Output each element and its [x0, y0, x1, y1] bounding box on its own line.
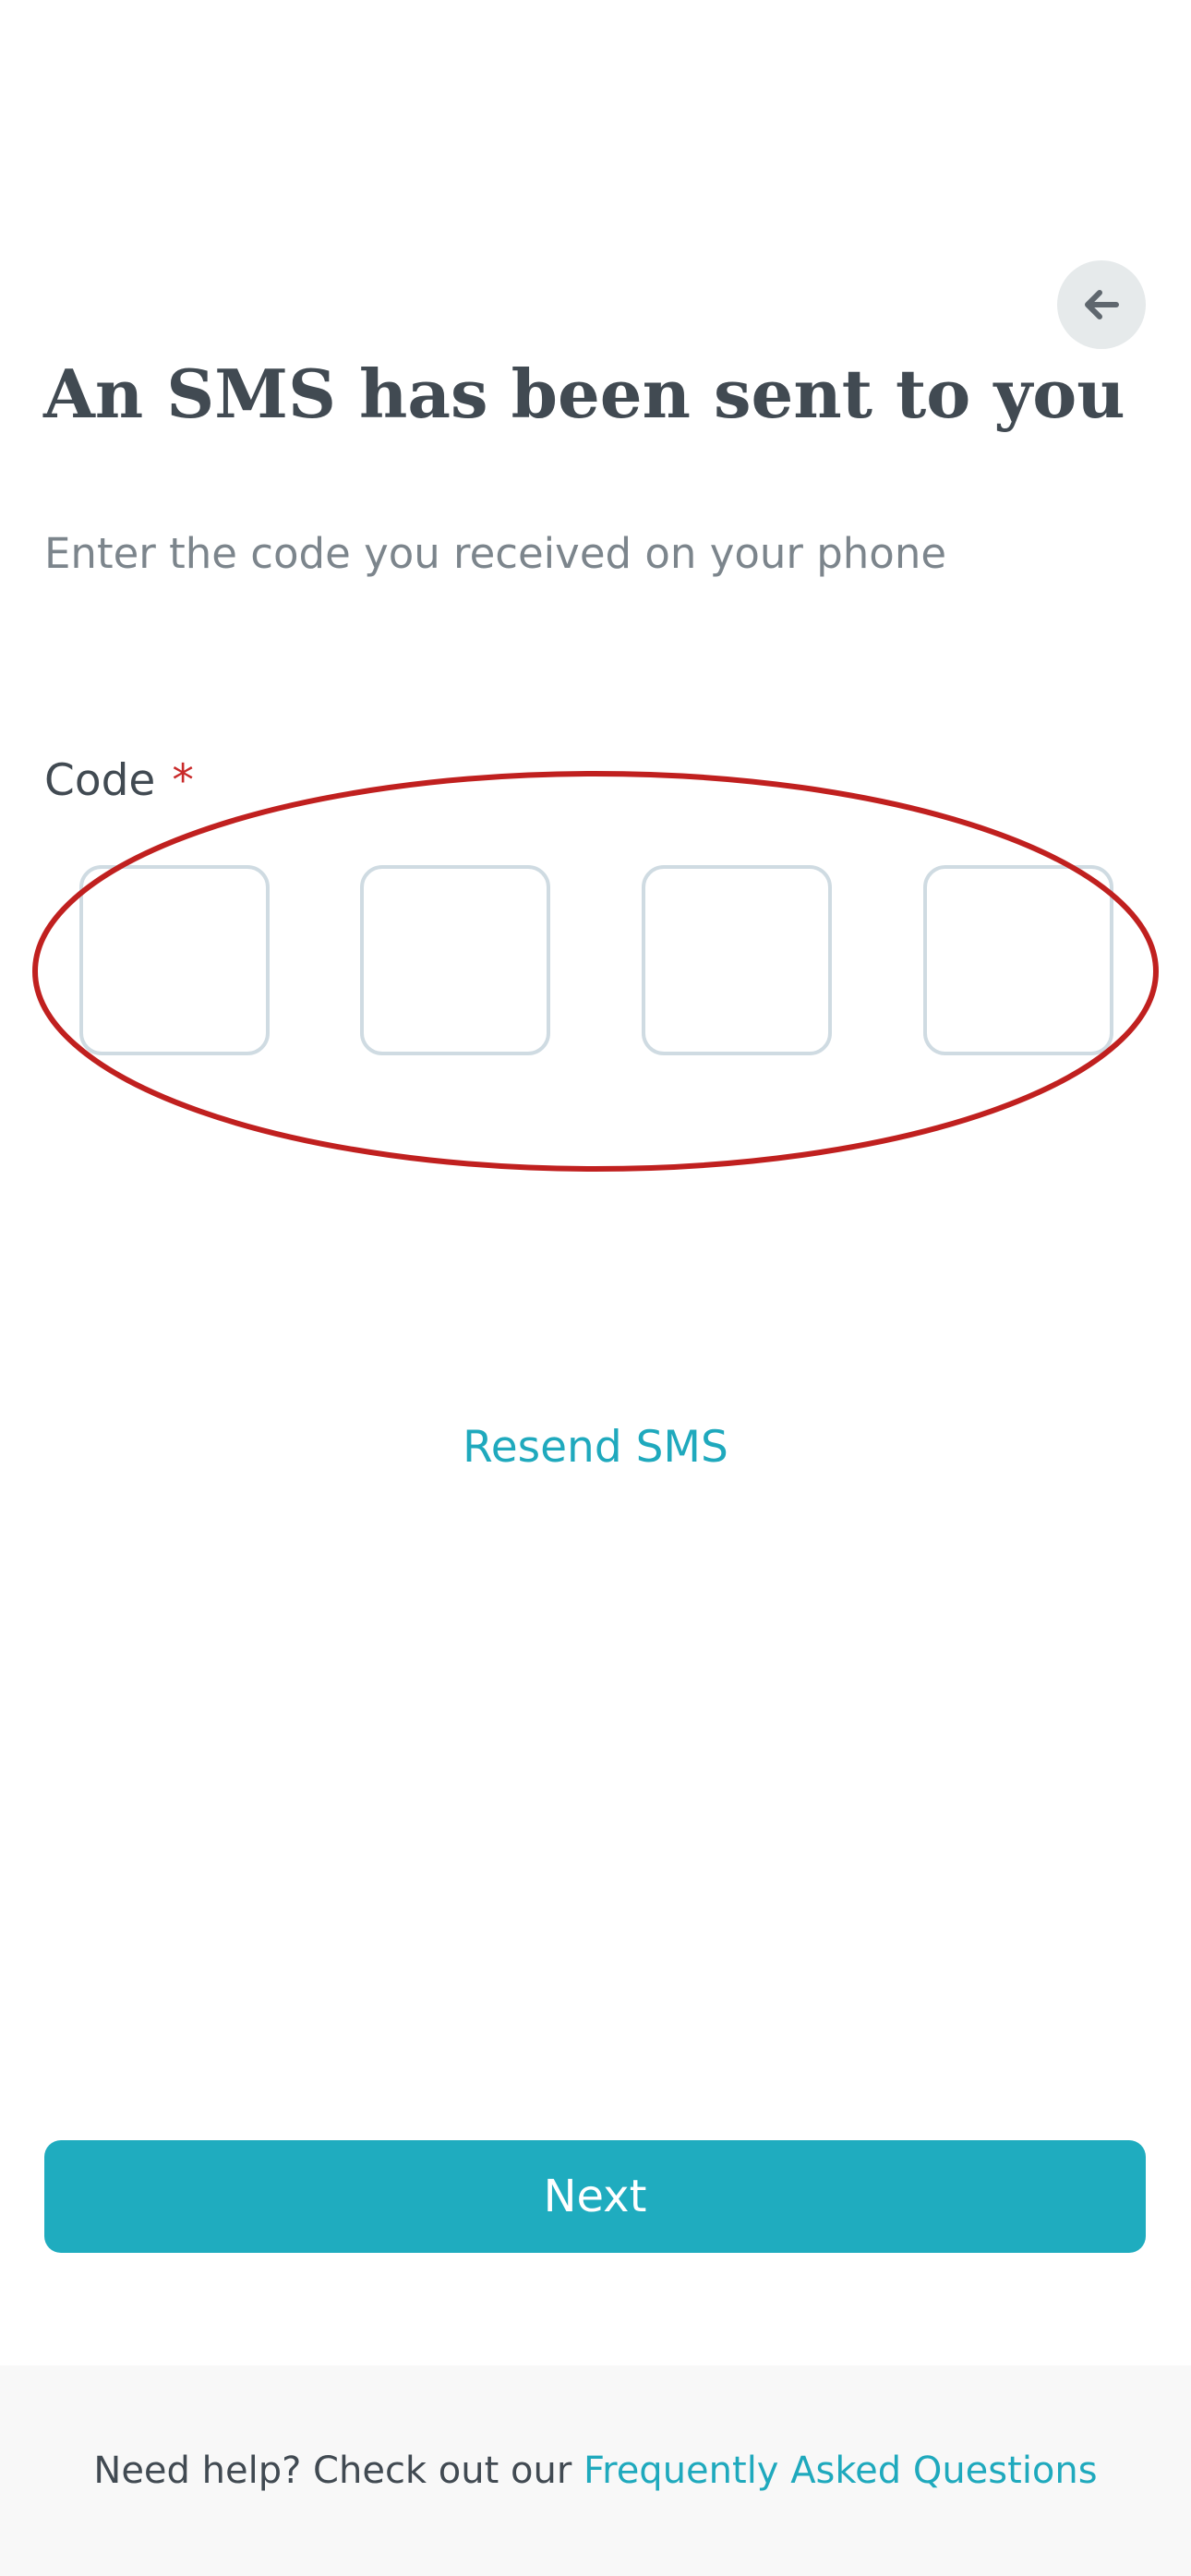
faq-link[interactable]: Frequently Asked Questions [583, 2450, 1098, 2492]
required-asterisk: * [172, 755, 194, 806]
page-title: An SMS has been sent to you [43, 355, 1125, 433]
page-subtitle: Enter the code you received on your phon… [44, 529, 947, 578]
code-digit-input-1[interactable] [79, 865, 270, 1055]
code-digit-input-2[interactable] [360, 865, 550, 1055]
code-label-text: Code [44, 755, 156, 806]
resend-sms-link[interactable]: Resend SMS [0, 1413, 1191, 1483]
code-digit-input-4[interactable] [923, 865, 1113, 1055]
code-input-group [79, 865, 1113, 1055]
back-button[interactable] [1057, 260, 1146, 349]
code-label: Code * [44, 748, 194, 814]
code-digit-input-3[interactable] [642, 865, 832, 1055]
help-text: Need help? Check out our [93, 2450, 572, 2492]
arrow-left-icon [1085, 290, 1119, 319]
next-button[interactable]: Next [44, 2140, 1146, 2253]
footer-help-text: Need help? Check out our Frequently Aske… [0, 2436, 1191, 2506]
